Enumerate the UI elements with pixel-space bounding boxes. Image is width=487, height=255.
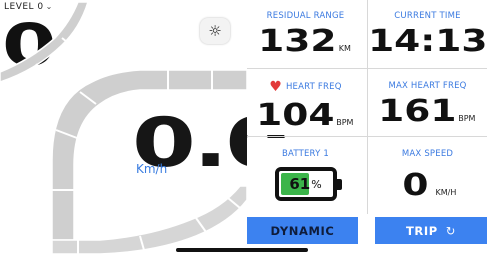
trip-label: TRIP — [405, 223, 438, 238]
battery-unit: % — [311, 177, 322, 191]
home-indicator[interactable] — [176, 248, 308, 252]
heart-icon: ♥ — [269, 79, 282, 95]
assist-gauge-segment — [0, 1, 90, 83]
heart-freq-tile: ♥ HEART FREQ 104 BPM — [247, 70, 364, 135]
current-time-label: CURRENT TIME — [394, 11, 461, 21]
battery-tile: BATTERY 1 61% — [247, 138, 364, 214]
battery-label: BATTERY 1 — [281, 149, 330, 159]
max-speed-tile: MAX SPEED 0 KM/H — [369, 138, 486, 214]
trip-reset-button[interactable]: TRIP ↻ — [375, 217, 487, 244]
dynamic-mode-button[interactable]: DYNAMIC — [247, 217, 358, 244]
max-speed-value: 0 — [402, 168, 429, 203]
max-heart-freq-tile: MAX HEART FREQ 161 BPM — [369, 70, 486, 135]
battery-tip — [336, 179, 342, 190]
residual-range-label: RESIDUAL RANGE — [266, 11, 345, 21]
dynamic-mode-label: DYNAMIC — [270, 223, 335, 238]
current-time-tile: CURRENT TIME 14:13 — [368, 0, 487, 65]
stats-grid: RESIDUAL RANGE 132 KM CURRENT TIME 14:13… — [247, 0, 487, 255]
heart-freq-value: 104 — [255, 98, 335, 133]
bike-dashboard: LEVEL 0 ⌄ 0 ☼ 0.0 Km/h RESIDUAL RANGE 13… — [0, 0, 487, 255]
heart-freq-label: HEART FREQ — [285, 82, 342, 92]
max-speed-label: MAX SPEED — [401, 149, 454, 159]
max-speed-unit: KM/H — [435, 188, 457, 197]
current-time-value: 14:13 — [367, 24, 487, 59]
grid-divider — [247, 136, 487, 137]
speed-gauge-inner — [51, 185, 247, 255]
battery-value: 61 — [289, 175, 311, 193]
refresh-icon: ↻ — [445, 223, 457, 238]
max-heart-freq-label: MAX HEART FREQ — [388, 81, 467, 91]
grid-divider — [247, 68, 487, 69]
max-heart-freq-value: 161 — [377, 94, 457, 129]
battery-icon: 61% — [274, 167, 342, 201]
speed-unit: Km/h — [136, 162, 168, 176]
residual-range-tile: RESIDUAL RANGE 132 KM — [247, 0, 364, 65]
residual-range-value: 132 — [258, 24, 337, 59]
